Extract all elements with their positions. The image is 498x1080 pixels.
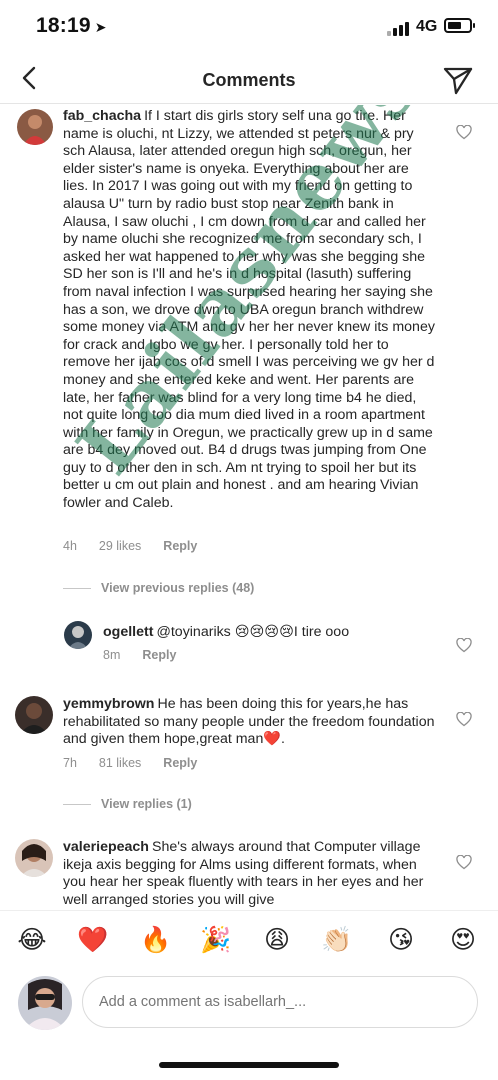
avatar xyxy=(18,976,72,1030)
reply-button[interactable]: Reply xyxy=(142,648,176,662)
page-title: Comments xyxy=(202,70,296,90)
comment-meta: 4h 29 likes Reply xyxy=(63,539,219,553)
heart-outline-icon[interactable] xyxy=(456,125,472,140)
comment-username[interactable]: valeriepeach xyxy=(63,839,149,855)
network-label: 4G xyxy=(416,18,438,35)
comment-body: fab_chacha If I start dis girls story sel… xyxy=(63,108,435,513)
comment-username[interactable]: ogellett xyxy=(103,624,153,640)
location-arrow-icon: ➤ xyxy=(94,19,107,35)
status-time: 18:19 ➤ xyxy=(36,14,107,38)
emoji-fire-icon[interactable]: 🔥 xyxy=(139,925,173,955)
comment-likes[interactable]: 81 likes xyxy=(99,756,141,770)
clock: 18:19 xyxy=(36,14,91,37)
status-bar: 18:19 ➤ 4G xyxy=(0,0,498,54)
emoji-quick-bar: 😂 ❤️ 🔥 🎉 😩 👏🏻 😘 😍 xyxy=(0,910,498,970)
direct-send-button[interactable] xyxy=(441,64,475,96)
avatar[interactable] xyxy=(64,621,92,649)
home-indicator[interactable] xyxy=(159,1062,339,1068)
comment-body: valeriepeach She's always around that Com… xyxy=(63,839,435,907)
comments-list[interactable]: fab_chacha If I start dis girls story sel… xyxy=(0,105,498,907)
emoji-clap-icon[interactable]: 👏🏻 xyxy=(320,925,354,955)
comment-body: ogellett @toyinariks 😢😢😢😢I tire ooo xyxy=(103,624,433,642)
reply-button[interactable]: Reply xyxy=(163,756,197,770)
avatar[interactable] xyxy=(15,696,53,734)
emoji-laughing-icon[interactable]: 😂 xyxy=(15,925,49,955)
comment-username[interactable]: fab_chacha xyxy=(63,108,141,124)
signal-icon xyxy=(387,20,411,36)
comment-meta: 7h 81 likes Reply xyxy=(63,756,219,770)
emoji-heart-eyes-icon[interactable]: 😍 xyxy=(446,925,480,955)
view-replies-button[interactable]: View replies (1) xyxy=(63,797,192,811)
heart-outline-icon[interactable] xyxy=(456,855,472,870)
battery-icon xyxy=(444,18,475,33)
heart-outline-icon[interactable] xyxy=(456,712,472,727)
emoji-kiss-icon[interactable]: 😘 xyxy=(384,925,418,955)
emoji-heart-icon[interactable]: ❤️ xyxy=(76,925,110,955)
reply-button[interactable]: Reply xyxy=(163,539,197,553)
heart-outline-icon[interactable] xyxy=(456,638,472,653)
comment-time: 7h xyxy=(63,756,77,770)
comment-likes[interactable]: 29 likes xyxy=(99,539,141,553)
direct-send-icon xyxy=(443,67,473,95)
comment-body: yemmybrown He has been doing this for yea… xyxy=(63,696,435,749)
comment-composer xyxy=(0,970,498,1080)
avatar[interactable] xyxy=(17,109,53,145)
comment-time: 8m xyxy=(103,648,121,662)
comment-time: 4h xyxy=(63,539,77,553)
view-replies-button[interactable]: View previous replies (48) xyxy=(63,581,254,595)
nav-header: Comments xyxy=(0,54,498,104)
comment-input[interactable] xyxy=(82,976,478,1028)
emoji-party-icon[interactable]: 🎉 xyxy=(199,925,233,955)
emoji-weary-icon[interactable]: 😩 xyxy=(260,925,294,955)
comment-text: If I start dis girls story self una go t… xyxy=(63,108,435,512)
comment-meta: 8m Reply xyxy=(103,648,198,662)
avatar[interactable] xyxy=(15,839,53,877)
comment-username[interactable]: yemmybrown xyxy=(63,696,154,712)
comment-text: @toyinariks 😢😢😢😢I tire ooo xyxy=(156,624,350,640)
